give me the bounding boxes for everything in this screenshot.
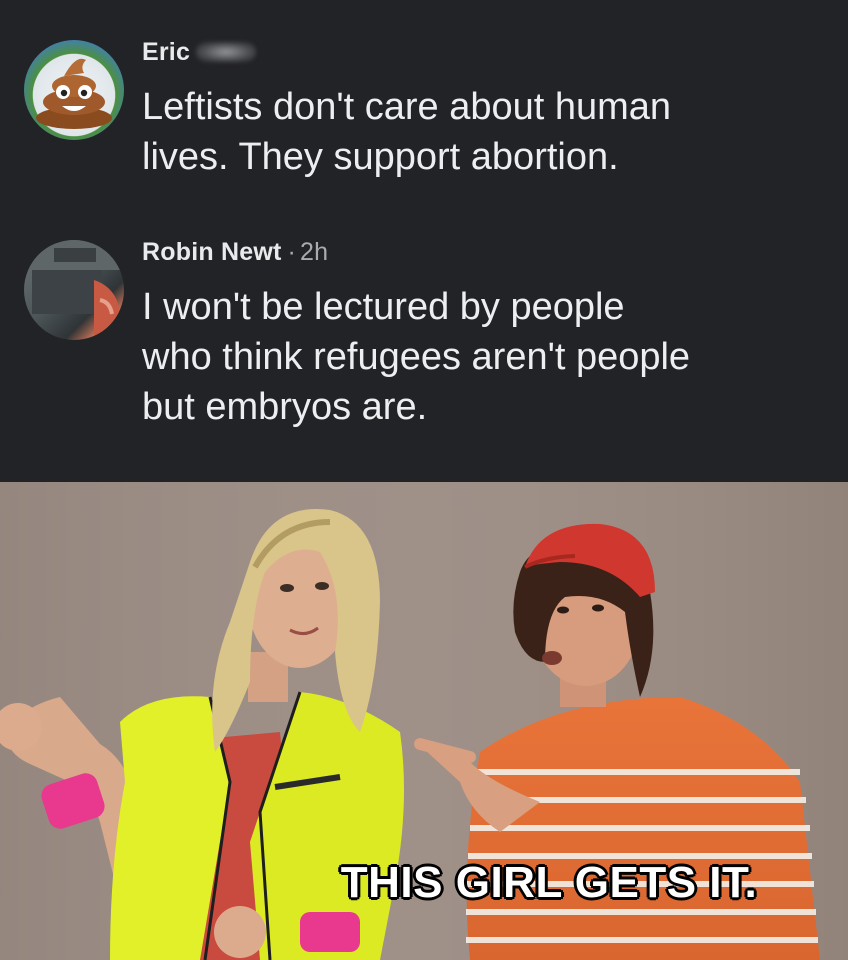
- author-name[interactable]: Robin Newt: [142, 238, 282, 266]
- comment-body: Leftists don't care about human lives. T…: [142, 82, 822, 182]
- poop-emoji-icon: [36, 58, 112, 129]
- comment-timestamp[interactable]: 2h: [300, 238, 328, 266]
- meme-image: THIS GIRL GETS IT.: [0, 482, 848, 960]
- meta-separator: ·: [287, 238, 297, 266]
- screenshot: Eric Leftists don't care about human liv…: [0, 0, 848, 960]
- comment-line: I won't be lectured by people: [142, 286, 625, 328]
- comment-author[interactable]: Eric: [142, 38, 257, 67]
- meme-caption: THIS GIRL GETS IT.: [340, 858, 758, 907]
- author-name[interactable]: Eric: [142, 38, 190, 66]
- avatar[interactable]: [24, 40, 124, 140]
- comment-thread: Eric Leftists don't care about human liv…: [0, 0, 848, 482]
- comment-author[interactable]: Robin Newt · 2h: [142, 238, 328, 267]
- comment-line: lives. They support abortion.: [142, 136, 619, 178]
- profile-photo: [24, 240, 124, 336]
- redacted-surname: [196, 42, 257, 62]
- comment-line: Leftists don't care about human: [142, 86, 672, 128]
- comment-body: I won't be lectured by people who think …: [142, 282, 822, 432]
- comment-line: but embryos are.: [142, 386, 428, 428]
- avatar[interactable]: [24, 240, 124, 340]
- comment-line: who think refugees aren't people: [142, 336, 691, 378]
